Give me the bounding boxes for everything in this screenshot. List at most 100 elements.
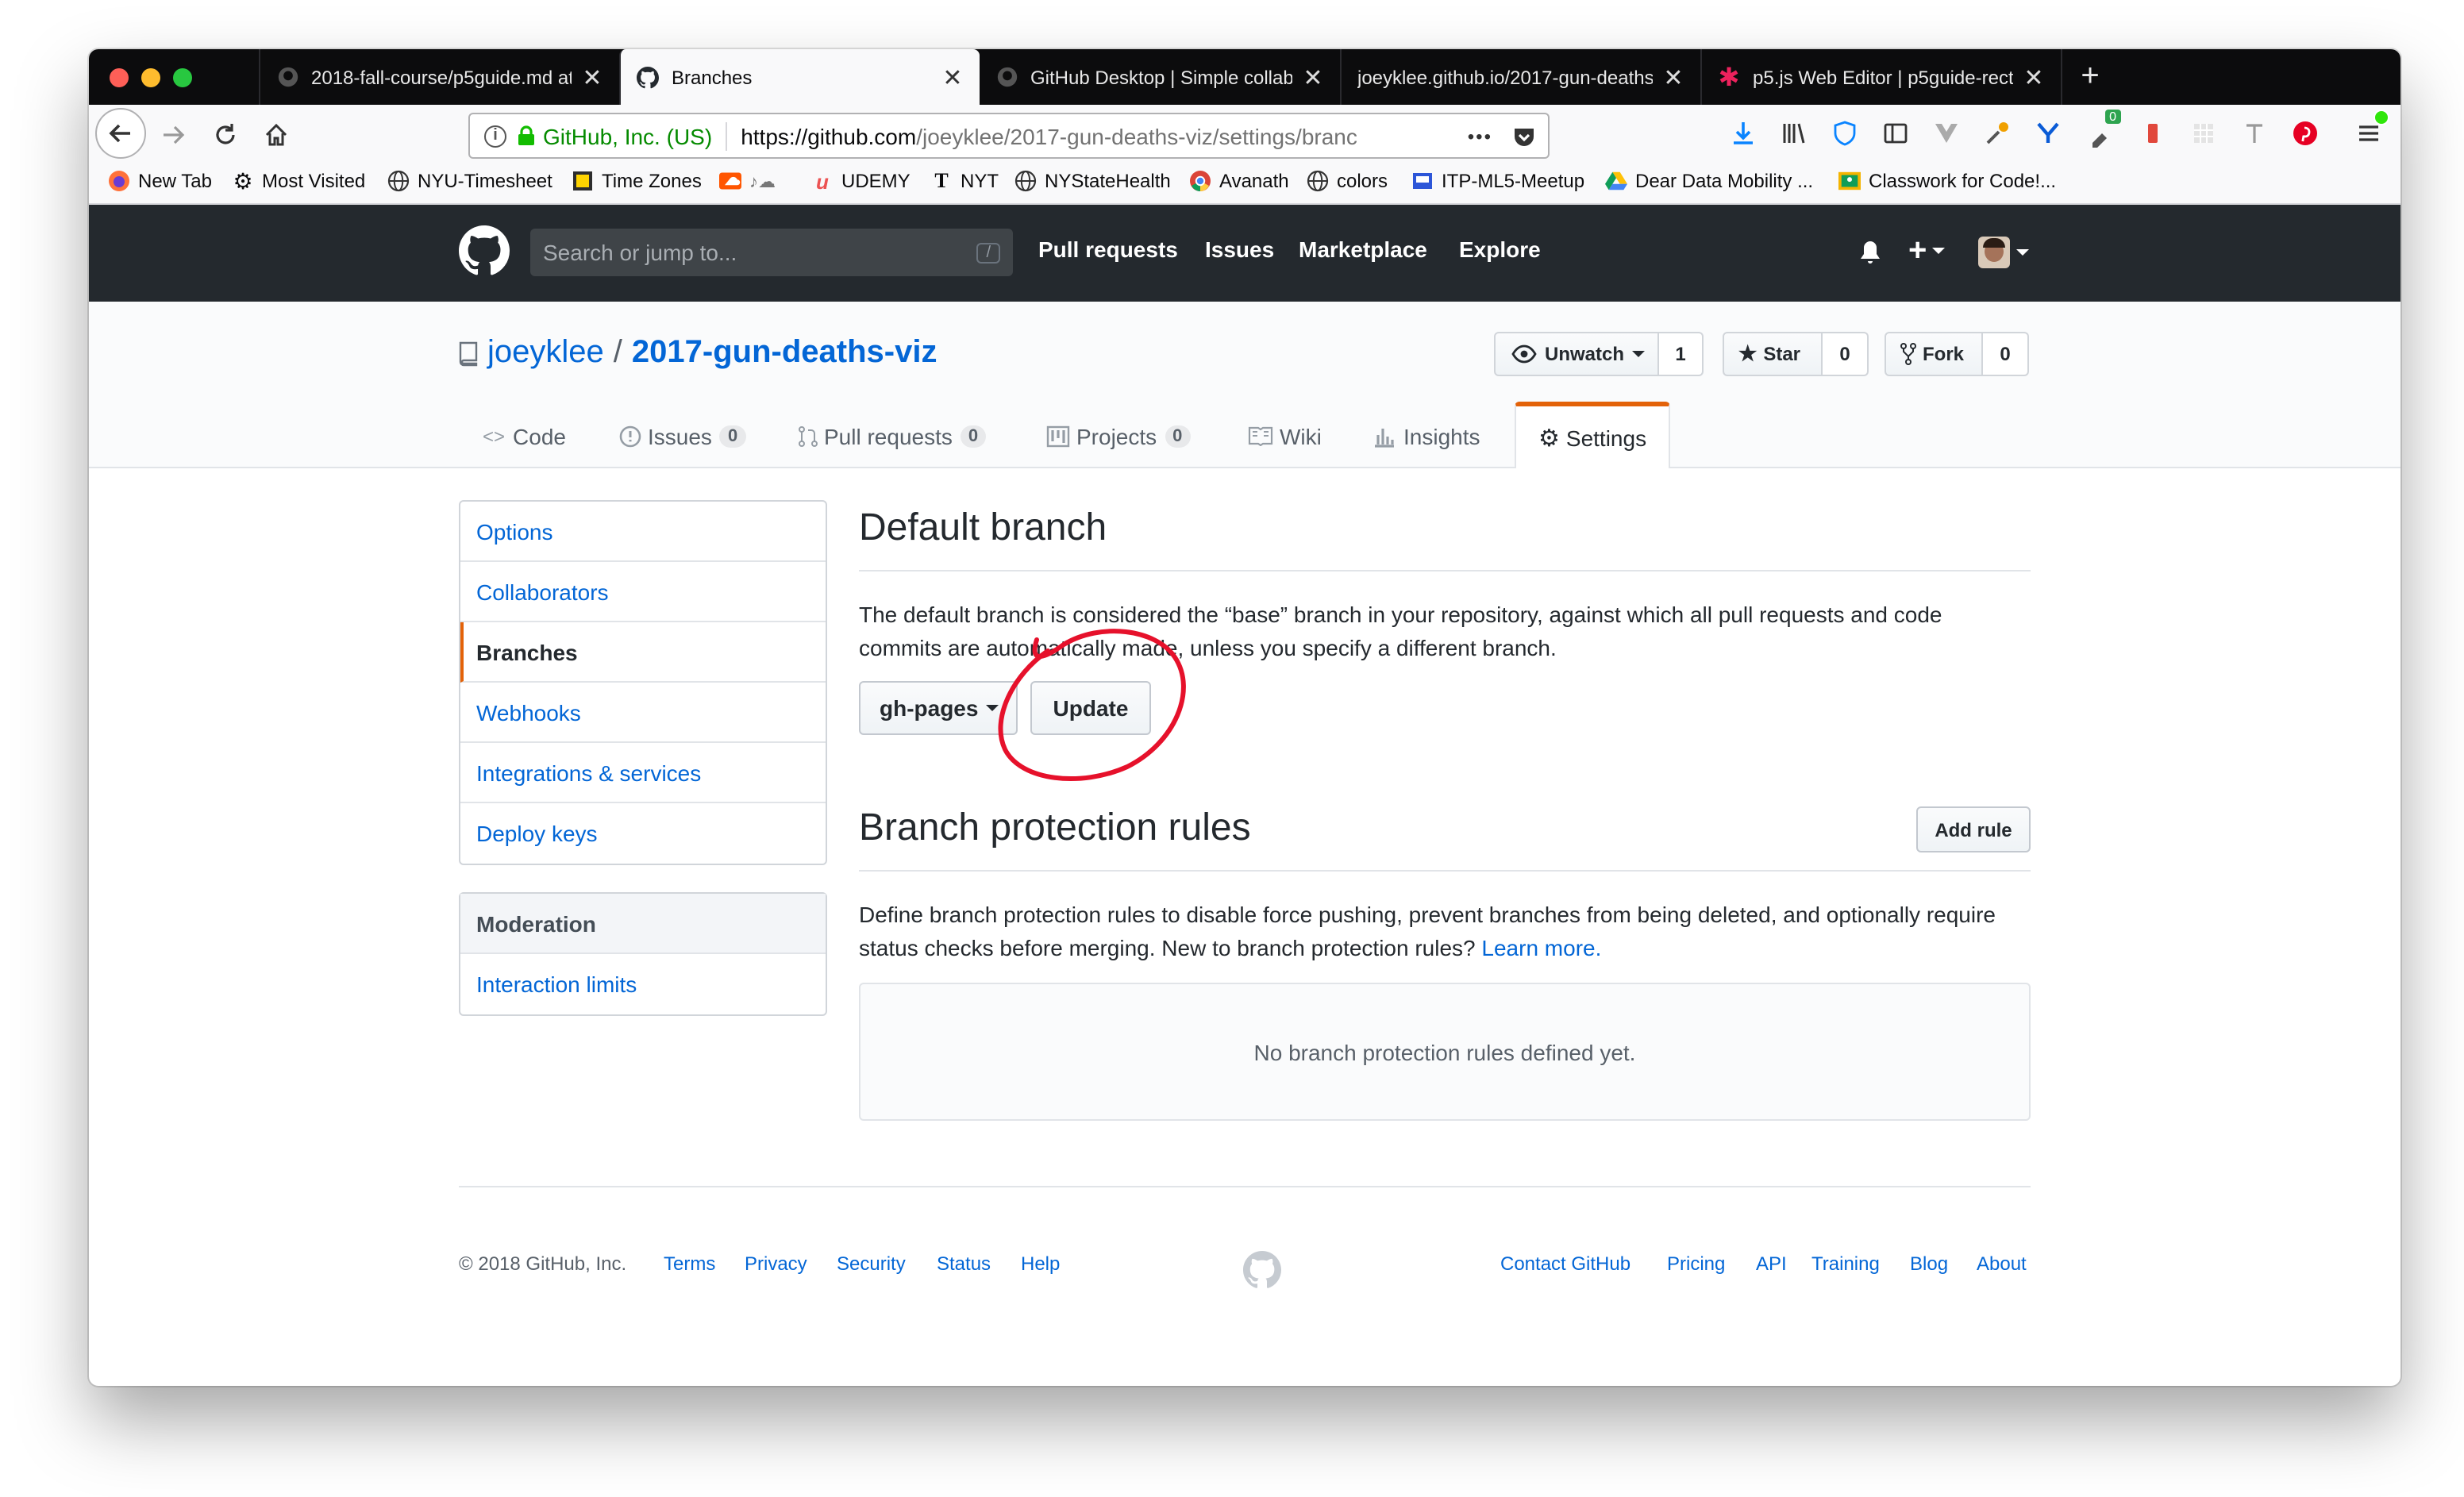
close-icon[interactable]: ✕ <box>1302 63 1324 91</box>
url-prefix: https://github.com <box>741 123 917 148</box>
bookmark-item[interactable]: Time Zones <box>572 170 702 192</box>
notification-extension-icon[interactable]: 0 <box>2083 110 2121 152</box>
nav-marketplace[interactable]: Marketplace <box>1299 237 1427 262</box>
tab-pull-requests[interactable]: Pull requests 0 <box>799 403 987 468</box>
footer-link-training[interactable]: Training <box>1811 1253 1880 1275</box>
tab-code[interactable]: <> Code <box>483 403 566 468</box>
tab-wiki[interactable]: Wiki <box>1248 403 1322 468</box>
bookmark-item[interactable]: NYStateHealth <box>1014 170 1171 192</box>
forks-count[interactable]: 0 <box>1983 332 2029 376</box>
bookmark-item[interactable]: Classwork for Code!... <box>1838 170 2056 192</box>
url-bar[interactable]: i GitHub, Inc. (US) https://github.com /… <box>468 113 1550 159</box>
watch-button[interactable]: Unwatch <box>1494 332 1659 376</box>
close-icon[interactable]: ✕ <box>581 63 603 91</box>
pinterest-icon[interactable] <box>2289 117 2321 149</box>
reload-button[interactable] <box>208 117 243 152</box>
text-extension-icon[interactable] <box>2239 117 2270 149</box>
browser-tab[interactable]: GitHub Desktop | Simple collab ✕ <box>980 49 1340 105</box>
star-button[interactable]: ★ Star <box>1723 332 1823 376</box>
home-button[interactable] <box>259 117 294 152</box>
close-icon[interactable]: ✕ <box>1662 63 1684 91</box>
sidebar-item-options[interactable]: Options <box>460 502 826 562</box>
shield-icon[interactable] <box>1829 117 1861 149</box>
create-new-dropdown[interactable]: + <box>1908 233 1956 268</box>
footer-link-pricing[interactable]: Pricing <box>1667 1253 1725 1275</box>
bookmark-item[interactable]: New Tab <box>108 170 212 192</box>
repo-owner-link[interactable]: joeyklee <box>487 335 604 371</box>
watchers-count[interactable]: 1 <box>1659 332 1704 376</box>
eyedropper-icon[interactable] <box>1981 117 2013 149</box>
divider <box>859 570 2031 571</box>
info-icon[interactable]: i <box>484 125 506 147</box>
battery-extension-icon[interactable] <box>2137 117 2169 149</box>
bookmark-item[interactable]: ⚙ Most Visited <box>232 167 365 193</box>
footer-link-privacy[interactable]: Privacy <box>745 1253 807 1275</box>
tab-issues[interactable]: Issues 0 <box>619 403 746 468</box>
user-menu-dropdown[interactable] <box>1978 235 2035 270</box>
branch-select-dropdown[interactable]: gh-pages <box>859 681 1018 735</box>
footer-link-security[interactable]: Security <box>837 1253 906 1275</box>
bookmark-item[interactable]: colors <box>1307 170 1388 192</box>
sidebar-icon[interactable] <box>1880 117 1912 149</box>
new-tab-button[interactable]: + <box>2061 49 2118 105</box>
sidebar-item-deploy-keys[interactable]: Deploy keys <box>460 803 826 864</box>
footer-link-api[interactable]: API <box>1756 1253 1787 1275</box>
footer-link-contact[interactable]: Contact GitHub <box>1500 1253 1630 1275</box>
footer-link-terms[interactable]: Terms <box>664 1253 715 1275</box>
vue-devtools-icon[interactable] <box>1931 117 1962 149</box>
github-logo-icon[interactable] <box>459 225 510 276</box>
library-icon[interactable] <box>1778 117 1810 149</box>
sidebar-item-collaborators[interactable]: Collaborators <box>460 562 826 622</box>
footer-link-status[interactable]: Status <box>937 1253 991 1275</box>
pocket-icon[interactable] <box>1511 123 1537 148</box>
tab-projects[interactable]: Projects 0 <box>1046 403 1191 468</box>
footer-divider <box>459 1186 2031 1187</box>
close-window-button[interactable] <box>110 68 129 87</box>
page-actions-button[interactable]: ••• <box>1468 125 1492 147</box>
nav-pull-requests[interactable]: Pull requests <box>1038 237 1178 262</box>
bookmark-item[interactable]: ITP-ML5-Meetup <box>1411 170 1584 192</box>
browser-tab[interactable]: joeyklee.github.io/2017-gun-deaths ✕ <box>1340 49 1700 105</box>
footer-link-about[interactable]: About <box>1977 1253 2027 1275</box>
footer-link-help[interactable]: Help <box>1021 1253 1060 1275</box>
grid-extension-icon[interactable] <box>2188 117 2220 149</box>
stargazers-count[interactable]: 0 <box>1823 332 1869 376</box>
forward-button[interactable] <box>156 117 191 152</box>
sidebar-item-integrations[interactable]: Integrations & services <box>460 743 826 803</box>
book-icon <box>1248 426 1273 446</box>
notifications-bell-icon[interactable] <box>1858 240 1883 265</box>
bookmark-item[interactable]: u UDEMY <box>811 169 911 193</box>
learn-more-link[interactable]: Learn more. <box>1481 935 1601 960</box>
tab-insights[interactable]: Insights <box>1373 403 1480 468</box>
bookmark-item[interactable]: Avanath <box>1189 170 1289 192</box>
sidebar-item-webhooks[interactable]: Webhooks <box>460 683 826 743</box>
graph-icon <box>1375 428 1394 447</box>
bookmark-item[interactable]: ♪☁ <box>719 170 776 192</box>
bookmark-item[interactable]: T NYT <box>930 168 999 192</box>
nav-issues[interactable]: Issues <box>1205 237 1274 262</box>
update-button[interactable]: Update <box>1030 681 1151 735</box>
bookmark-item[interactable]: NYU-Timesheet <box>387 170 552 192</box>
sidebar-item-branches[interactable]: Branches <box>460 622 826 683</box>
close-icon[interactable]: ✕ <box>941 63 964 91</box>
browser-tab-active[interactable]: Branches ✕ <box>619 49 980 105</box>
github-footer-logo-icon[interactable] <box>1243 1251 1281 1289</box>
close-icon[interactable]: ✕ <box>2023 63 2045 91</box>
back-button[interactable] <box>95 108 146 159</box>
minimize-window-button[interactable] <box>141 68 160 87</box>
extension-y-icon[interactable] <box>2032 117 2064 149</box>
fork-button[interactable]: Fork <box>1885 332 1983 376</box>
add-rule-button[interactable]: Add rule <box>1916 806 2031 852</box>
downloads-icon[interactable] <box>1727 117 1759 149</box>
browser-tab[interactable]: 2018-fall-course/p5guide.md at ✕ <box>259 49 619 105</box>
repo-name-link[interactable]: 2017-gun-deaths-viz <box>632 335 937 371</box>
browser-tab[interactable]: ✱ p5.js Web Editor | p5guide-rect ✕ <box>1700 49 2061 105</box>
nav-explore[interactable]: Explore <box>1459 237 1541 262</box>
footer-link-blog[interactable]: Blog <box>1910 1253 1948 1275</box>
tab-settings[interactable]: ⚙ Settings <box>1515 402 1671 468</box>
sidebar-item-interaction-limits[interactable]: Interaction limits <box>460 954 826 1014</box>
bookmark-item[interactable]: Dear Data Mobility ... <box>1605 170 1813 192</box>
search-input[interactable]: Search or jump to... / <box>530 229 1013 276</box>
zoom-window-button[interactable] <box>173 68 192 87</box>
menu-icon[interactable] <box>2353 110 2389 149</box>
